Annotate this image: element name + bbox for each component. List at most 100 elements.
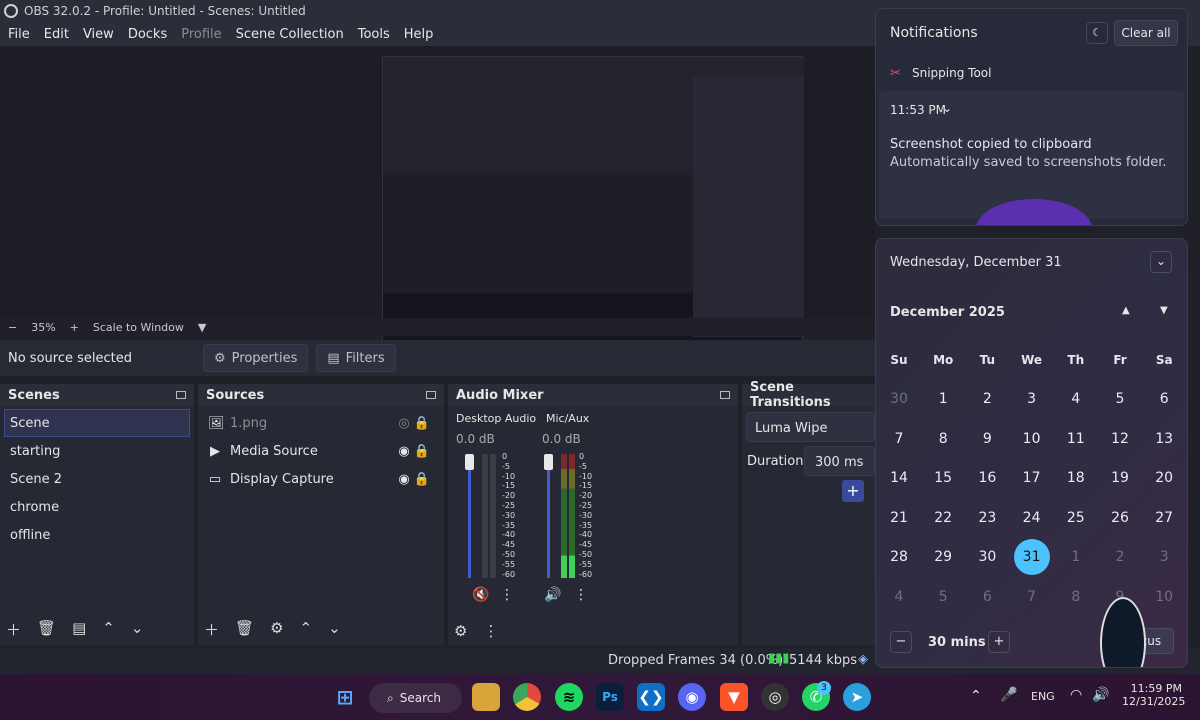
wifi-icon[interactable]: ◠ [1070,687,1082,703]
scene-item-scene[interactable]: Scene [4,409,190,437]
calendar-day-today[interactable]: 31 [1013,539,1050,575]
telegram-icon[interactable]: ➤ [843,683,871,711]
scale-mode-dropdown-icon[interactable]: ▼ [198,321,206,334]
volume-icon[interactable]: 🔊 [1092,687,1109,703]
collapse-calendar-icon[interactable]: ⌄ [1150,251,1172,273]
calendar-day[interactable]: 6 [1146,381,1182,417]
calendar-day[interactable]: 29 [925,539,961,575]
calendar-day[interactable]: 15 [925,460,961,496]
scene-item-chrome[interactable]: chrome [0,493,194,521]
calendar-day[interactable]: 24 [1014,500,1050,536]
calendar-day[interactable]: 20 [1146,460,1182,496]
source-settings-icon[interactable]: ⚙ [270,619,283,640]
scene-item-offline[interactable]: offline [0,521,194,549]
menu-scene-collection[interactable]: Scene Collection [236,27,344,42]
chevron-down-icon[interactable]: ⌄ [942,101,952,115]
undock-icon[interactable] [426,391,436,399]
calendar-day[interactable]: 27 [1146,500,1182,536]
show-hidden-icons-icon[interactable]: ⌃ [970,688,982,704]
undock-icon[interactable] [720,391,730,399]
calendar-day[interactable]: 30 [881,381,917,417]
calendar-day[interactable]: 23 [969,500,1005,536]
discord-icon[interactable]: ◉ [678,683,706,711]
calendar-day[interactable]: 12 [1102,421,1138,457]
calendar-day[interactable]: 4 [881,579,917,615]
lock-icon[interactable]: 🔒 [414,444,430,459]
remove-source-icon[interactable]: 🗑 [235,619,254,640]
brave-icon[interactable]: ▼ [720,683,748,711]
add-source-icon[interactable]: ＋ [204,619,219,640]
spotify-icon[interactable]: ≋ [555,683,583,711]
taskbar-search[interactable]: ⌕ Search [369,683,462,713]
calendar-day[interactable]: 6 [969,579,1005,615]
calendar-day[interactable]: 17 [1014,460,1050,496]
vscode-icon[interactable]: ❮❯ [637,683,665,711]
file-explorer-icon[interactable] [472,683,500,711]
calendar-month[interactable]: December 2025 [890,305,1005,320]
speaker-icon[interactable]: 🔊 [544,587,561,603]
calendar-day[interactable]: 10 [1014,421,1050,457]
calendar-day[interactable]: 26 [1102,500,1138,536]
eye-icon[interactable]: ◉ [398,472,409,487]
eye-hidden-icon[interactable]: ◎ [398,416,409,431]
properties-button[interactable]: ⚙ Properties [203,344,309,372]
calendar-day[interactable]: 5 [1102,381,1138,417]
calendar-day[interactable]: 3 [1014,381,1050,417]
calendar-day[interactable]: 22 [925,500,961,536]
windows-start-icon[interactable]: ⊞ [331,683,359,711]
calendar-day[interactable]: 28 [881,539,917,575]
menu-docks[interactable]: Docks [128,27,167,42]
advanced-audio-icon[interactable]: ⚙ [454,622,467,640]
menu-view[interactable]: View [83,27,114,42]
scene-item-starting[interactable]: starting [0,437,194,465]
calendar-day[interactable]: 30 [969,539,1005,575]
move-up-icon[interactable]: ⌃ [102,619,115,640]
clock[interactable]: 11:59 PM 12/31/2025 [1122,682,1185,708]
zoom-in-button[interactable]: + [70,321,79,334]
source-item[interactable]: ▭ Display Capture ◉ 🔒 [198,465,444,493]
zoom-out-button[interactable]: − [8,321,17,334]
volume-slider-handle[interactable] [465,454,474,470]
filters-button[interactable]: ▤ Filters [316,344,396,372]
calendar-day[interactable]: 14 [881,460,917,496]
source-item[interactable]: 🖼 1.png ◎ 🔒 [198,409,444,437]
calendar-day[interactable]: 8 [925,421,961,457]
calendar-day[interactable]: 9 [969,421,1005,457]
do-not-disturb-icon[interactable]: ☾ [1086,22,1108,44]
calendar-day[interactable]: 1 [1058,539,1094,575]
move-down-icon[interactable]: ⌄ [131,619,144,640]
lock-icon[interactable]: 🔒 [414,472,430,487]
source-item[interactable]: ▶ Media Source ◉ 🔒 [198,437,444,465]
calendar-day[interactable]: 1 [925,381,961,417]
focus-decrease-button[interactable]: − [890,631,912,653]
menu-tools[interactable]: Tools [358,27,390,42]
move-up-icon[interactable]: ⌃ [300,619,313,640]
calendar-day[interactable]: 5 [925,579,961,615]
calendar-day[interactable]: 8 [1058,579,1094,615]
more-options-icon[interactable]: ⋮ [500,587,514,603]
microphone-icon[interactable]: 🎤 [1000,687,1017,703]
next-month-icon[interactable]: ▼ [1160,305,1168,316]
focus-increase-button[interactable]: + [988,631,1010,653]
remove-scene-icon[interactable]: 🗑 [37,619,56,640]
muted-speaker-icon[interactable]: 🔇 [472,587,489,603]
calendar-day[interactable]: 2 [969,381,1005,417]
calendar-day[interactable]: 16 [969,460,1005,496]
calendar-day[interactable]: 4 [1058,381,1094,417]
calendar-day[interactable]: 7 [881,421,917,457]
move-down-icon[interactable]: ⌄ [328,619,341,640]
menu-help[interactable]: Help [404,27,434,42]
add-scene-icon[interactable]: ＋ [6,619,21,640]
calendar-day[interactable]: 7 [1014,579,1050,615]
obs-icon[interactable]: ◎ [761,683,789,711]
menu-profile[interactable]: Profile [181,27,221,42]
calendar-day[interactable]: 18 [1058,460,1094,496]
calendar-day[interactable]: 11 [1058,421,1094,457]
duration-input[interactable]: 300 ms [804,446,875,476]
eye-icon[interactable]: ◉ [398,444,409,459]
calendar-day[interactable]: 10 [1146,579,1182,615]
volume-slider-track[interactable] [468,454,471,578]
add-transition-button[interactable]: + [842,480,864,502]
calendar-day[interactable]: 2 [1102,539,1138,575]
clear-all-button[interactable]: Clear all [1114,20,1178,46]
